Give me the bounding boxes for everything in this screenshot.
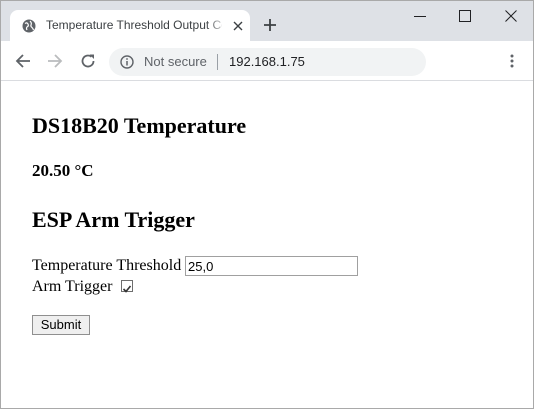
url-text[interactable]: 192.168.1.75 xyxy=(229,54,305,69)
address-bar[interactable]: Not secure 192.168.1.75 xyxy=(109,48,426,76)
checkmark-icon xyxy=(122,285,132,293)
trigger-heading: ESP Arm Trigger xyxy=(32,207,195,232)
back-arrow-icon[interactable] xyxy=(15,53,31,69)
security-status: Not secure xyxy=(144,54,207,69)
threshold-label: Temperature Threshold xyxy=(32,257,182,274)
new-tab-icon[interactable] xyxy=(263,18,277,32)
tab-title-fade xyxy=(206,16,228,36)
temperature-reading: 20.50 °C xyxy=(32,161,94,180)
active-tab[interactable]: Temperature Threshold Output Control xyxy=(10,10,250,41)
globe-icon xyxy=(22,19,36,33)
threshold-input[interactable] xyxy=(185,256,358,276)
forward-arrow-icon[interactable] xyxy=(47,53,63,69)
maximize-icon[interactable] xyxy=(458,9,472,23)
browser-toolbar: Not secure 192.168.1.75 xyxy=(1,41,533,81)
kebab-menu-icon[interactable] xyxy=(507,53,517,69)
info-icon[interactable] xyxy=(120,55,134,69)
sensor-heading: DS18B20 Temperature xyxy=(32,113,247,138)
page-content: DS18B20 Temperature 20.50 °C ESP Arm Tri… xyxy=(1,82,533,409)
window-close-icon[interactable] xyxy=(504,9,518,23)
arm-trigger-label: Arm Trigger xyxy=(32,278,113,295)
reload-icon[interactable] xyxy=(80,53,96,69)
arm-trigger-checkbox[interactable] xyxy=(121,280,133,293)
tab-title: Temperature Threshold Output Control xyxy=(46,18,222,32)
tab-strip: Temperature Threshold Output Control xyxy=(1,1,533,41)
browser-window: Temperature Threshold Output Control xyxy=(0,0,534,409)
close-tab-icon[interactable] xyxy=(232,20,244,32)
minimize-icon[interactable] xyxy=(413,9,427,23)
omnibox-divider xyxy=(217,54,218,70)
submit-button[interactable]: Submit xyxy=(32,315,90,335)
